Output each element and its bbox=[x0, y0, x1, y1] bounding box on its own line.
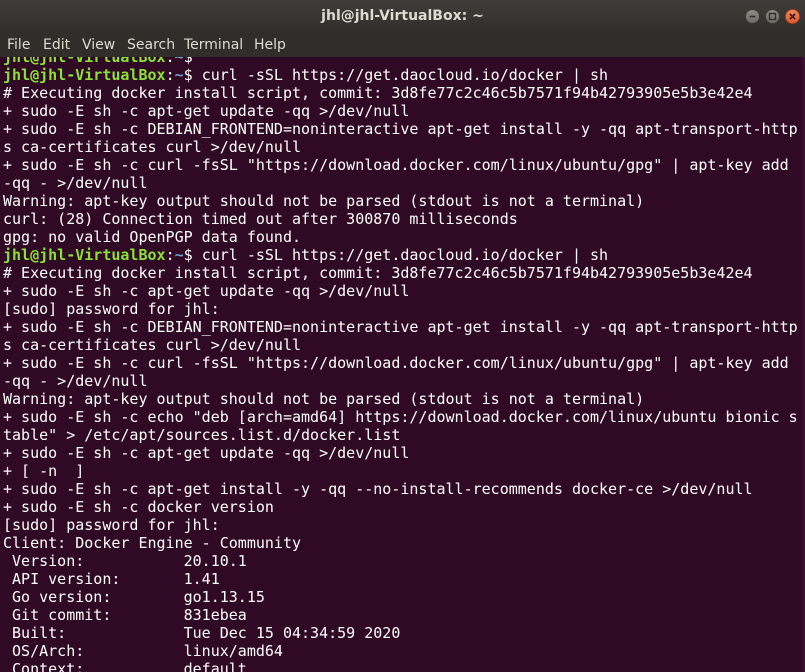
prompt-symbol: $ bbox=[183, 57, 202, 66]
output-line: + sudo -E sh -c curl -fsSL "https://down… bbox=[3, 156, 789, 174]
menu-view[interactable]: View bbox=[82, 36, 115, 54]
terminal-window: jhl@jhl-VirtualBox: ~ File Edit View Sea… bbox=[0, 0, 805, 672]
prompt-symbol: $ bbox=[183, 66, 202, 84]
output-line: Git commit: 831ebea bbox=[3, 606, 247, 624]
output-line: Client: Docker Engine - Community bbox=[3, 534, 302, 552]
output-line: + sudo -E sh -c docker version bbox=[3, 498, 274, 516]
output-line: -qq - >/dev/null bbox=[3, 372, 148, 390]
output-line: Context: default bbox=[3, 660, 247, 672]
output-line: + sudo -E sh -c DEBIAN_FRONTEND=noninter… bbox=[3, 318, 798, 336]
prompt-separator: : bbox=[165, 57, 175, 66]
output-line: # Executing docker install script, commi… bbox=[3, 84, 753, 102]
prompt-separator: : bbox=[165, 246, 175, 264]
output-line: s ca-certificates curl >/dev/null bbox=[3, 336, 302, 354]
output-line: Warning: apt-key output should not be pa… bbox=[3, 192, 645, 210]
terminal-output[interactable]: jhl@jhl-VirtualBox:~$ jhl@jhl-VirtualBox… bbox=[0, 57, 805, 672]
prompt-user: jhl@jhl-VirtualBox bbox=[3, 57, 166, 66]
prompt-user: jhl@jhl-VirtualBox bbox=[3, 66, 166, 84]
output-line: Warning: apt-key output should not be pa… bbox=[3, 390, 645, 408]
prompt-path: ~ bbox=[174, 57, 184, 66]
output-line: s ca-certificates curl >/dev/null bbox=[3, 138, 302, 156]
output-line: table" > /etc/apt/sources.list.d/docker.… bbox=[3, 426, 401, 444]
menu-terminal[interactable]: Terminal bbox=[184, 36, 243, 54]
output-line: Go version: go1.13.15 bbox=[3, 588, 265, 606]
output-line: API version: 1.41 bbox=[3, 570, 220, 588]
command-text: curl -sSL https://get.daocloud.io/docker… bbox=[201, 246, 609, 264]
output-line: -qq - >/dev/null bbox=[3, 174, 148, 192]
prompt-user: jhl@jhl-VirtualBox bbox=[3, 246, 166, 264]
output-line: # Executing docker install script, commi… bbox=[3, 264, 753, 282]
output-line: Built: Tue Dec 15 04:34:59 2020 bbox=[3, 624, 401, 642]
menu-help[interactable]: Help bbox=[254, 36, 286, 54]
prompt-line: jhl@jhl-VirtualBox:~$ bbox=[3, 57, 798, 66]
menu-edit[interactable]: Edit bbox=[43, 36, 70, 54]
prompt-path: ~ bbox=[174, 246, 184, 264]
output-line: + sudo -E sh -c apt-get install -y -qq -… bbox=[3, 480, 753, 498]
menu-file[interactable]: File bbox=[7, 36, 30, 54]
prompt-separator: : bbox=[165, 66, 175, 84]
maximize-icon bbox=[768, 12, 777, 21]
close-icon bbox=[789, 13, 796, 20]
command-text: curl -sSL https://get.daocloud.io/docker… bbox=[201, 66, 609, 84]
menu-bar: File Edit View Search Terminal Help bbox=[0, 33, 805, 57]
output-line: [sudo] password for jhl: bbox=[3, 516, 220, 534]
output-line: Version: 20.10.1 bbox=[3, 552, 247, 570]
output-line: gpg: no valid OpenPGP data found. bbox=[3, 228, 302, 246]
prompt-path: ~ bbox=[174, 66, 184, 84]
menu-search[interactable]: Search bbox=[127, 36, 175, 54]
prompt-symbol: $ bbox=[183, 246, 202, 264]
output-line: + sudo -E sh -c curl -fsSL "https://down… bbox=[3, 354, 789, 372]
title-bar[interactable]: jhl@jhl-VirtualBox: ~ bbox=[0, 0, 805, 34]
output-line: OS/Arch: linux/amd64 bbox=[3, 642, 283, 660]
maximize-button[interactable] bbox=[765, 9, 780, 24]
prompt-line: jhl@jhl-VirtualBox:~$ curl -sSL https://… bbox=[3, 246, 798, 264]
output-line: + sudo -E sh -c apt-get update -qq >/dev… bbox=[3, 444, 410, 462]
terminal-lines: jhl@jhl-VirtualBox:~$ jhl@jhl-VirtualBox… bbox=[3, 57, 798, 672]
minimize-button[interactable] bbox=[745, 9, 760, 24]
output-line: + sudo -E sh -c echo "deb [arch=amd64] h… bbox=[3, 408, 798, 426]
window-title: jhl@jhl-VirtualBox: ~ bbox=[321, 8, 484, 24]
minimize-icon bbox=[749, 15, 756, 18]
output-line: [sudo] password for jhl: bbox=[3, 300, 220, 318]
output-line: curl: (28) Connection timed out after 30… bbox=[3, 210, 518, 228]
output-line: + sudo -E sh -c DEBIAN_FRONTEND=noninter… bbox=[3, 120, 798, 138]
prompt-line: jhl@jhl-VirtualBox:~$ curl -sSL https://… bbox=[3, 66, 798, 84]
output-line: + sudo -E sh -c apt-get update -qq >/dev… bbox=[3, 282, 410, 300]
close-button[interactable] bbox=[785, 9, 800, 24]
output-line: + sudo -E sh -c apt-get update -qq >/dev… bbox=[3, 102, 410, 120]
output-line: + [ -n ] bbox=[3, 462, 85, 480]
